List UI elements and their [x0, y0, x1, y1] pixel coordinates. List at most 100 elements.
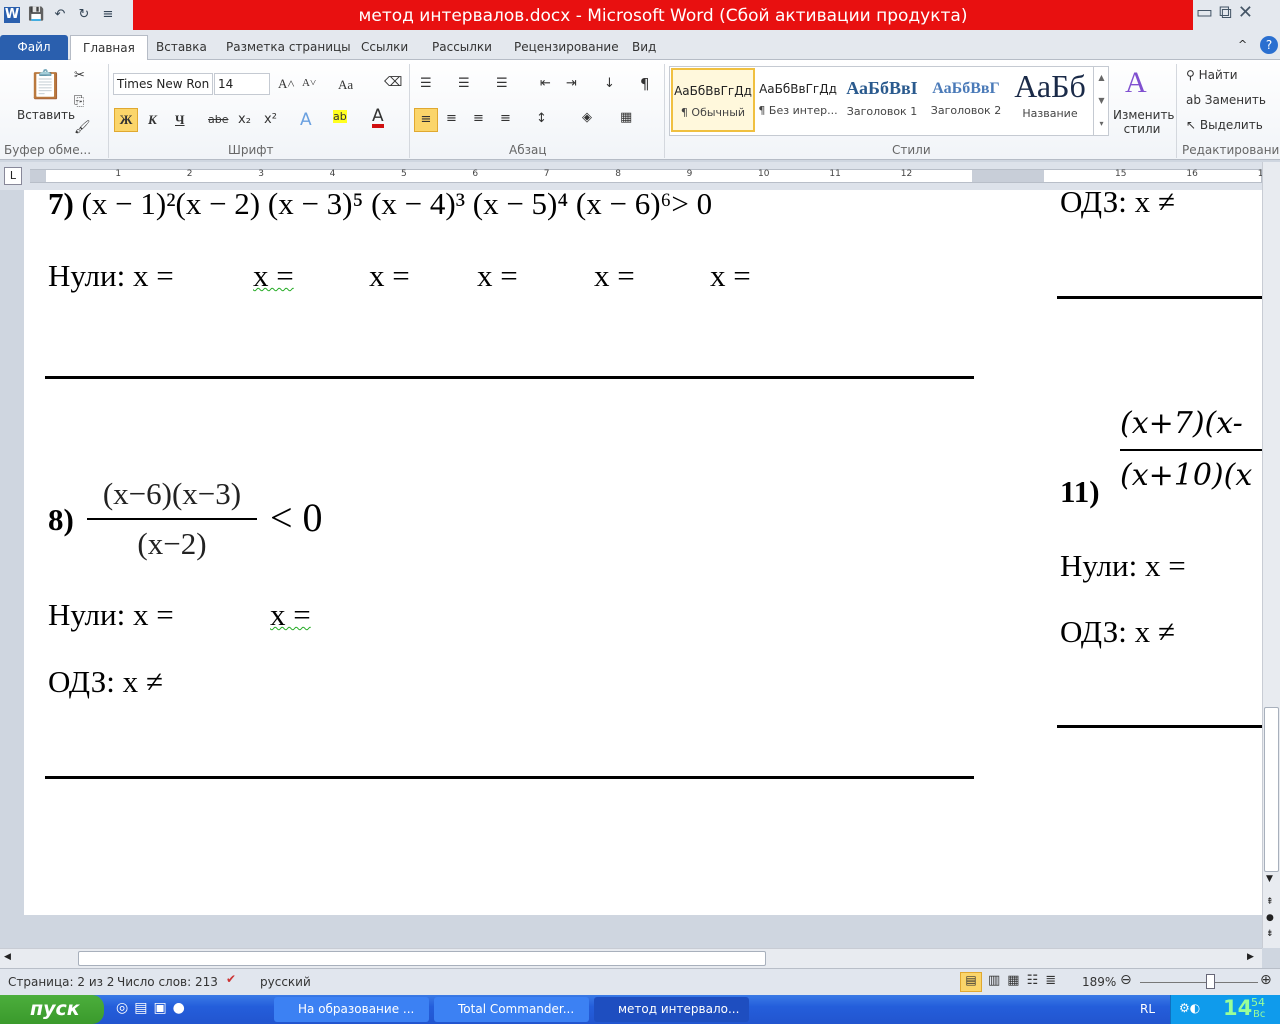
tab-mailings[interactable]: Рассылки — [420, 35, 504, 60]
paste-button[interactable]: Вставить — [17, 108, 75, 122]
font-size-combo[interactable]: 14 — [214, 73, 270, 95]
style-normal[interactable]: АаБбВвГгДд ¶ Обычный — [671, 68, 755, 132]
clock-hours[interactable]: 14 — [1223, 996, 1252, 1020]
language-indicator[interactable]: RL — [1140, 1002, 1155, 1016]
column-gap-marker[interactable] — [972, 170, 1044, 182]
scroll-right-icon[interactable]: ▶ — [1247, 952, 1254, 962]
style-heading-2[interactable]: АаБбВвГ Заголовок 2 — [924, 68, 1008, 132]
document-page[interactable]: 7) (x − 1)²(x − 2) (x − 3)⁵ (x − 4)³ (x … — [24, 190, 1262, 915]
tab-review[interactable]: Рецензирование — [502, 35, 631, 60]
subscript-button[interactable]: x₂ — [238, 112, 251, 127]
undo-icon[interactable]: ↶ — [52, 7, 68, 23]
justify-icon[interactable]: ≡ — [500, 111, 511, 126]
font-group-label: Шрифт — [228, 143, 274, 157]
save-icon[interactable]: 💾 — [28, 7, 44, 23]
style-no-spacing[interactable]: АаБбВвГгДд ¶ Без интер... — [756, 68, 840, 132]
customize-qat-icon[interactable]: ≡ — [100, 7, 116, 23]
view-buttons[interactable]: ▥▦☷≣ — [988, 973, 1063, 988]
tab-insert[interactable]: Вставка — [144, 35, 219, 60]
horizontal-scroll-thumb[interactable] — [78, 951, 766, 966]
show-formatting-button[interactable]: ¶ — [640, 75, 650, 93]
horizontal-scrollbar[interactable]: ◀ ▶ — [0, 948, 1262, 968]
font-name-combo[interactable]: Times New Ron — [113, 73, 213, 95]
word-icon[interactable]: W — [4, 7, 20, 23]
copy-icon[interactable]: ⎘ — [74, 94, 84, 109]
taskbar-total-commander[interactable]: Total Commander... — [434, 997, 589, 1022]
numbering-icon[interactable]: ☰ — [458, 76, 470, 91]
word-count[interactable]: Число слов: 213 — [117, 975, 218, 989]
tab-home[interactable]: Главная — [70, 35, 148, 60]
proofing-icon[interactable]: ✔ — [226, 972, 236, 986]
minimize-button[interactable]: ▭ — [1196, 2, 1213, 23]
zeros-8-label: Нули: x = — [48, 597, 174, 632]
vertical-scroll-thumb[interactable] — [1264, 707, 1279, 872]
restore-button[interactable]: ⧉ — [1219, 2, 1232, 23]
decrease-indent-icon[interactable]: ⇤ — [540, 76, 551, 91]
tab-view[interactable]: Вид — [620, 35, 668, 60]
bullets-icon[interactable]: ☰ — [420, 76, 432, 91]
italic-button[interactable]: К — [148, 112, 157, 128]
highlight-icon[interactable]: ab — [333, 110, 347, 123]
clipboard-group-label: Буфер обме... — [4, 143, 92, 157]
align-center-icon[interactable]: ≡ — [446, 111, 457, 126]
shading-icon[interactable]: ◈ — [582, 110, 592, 125]
font-color-icon[interactable]: A — [372, 108, 384, 128]
bold-button[interactable]: Ж — [114, 108, 138, 132]
format-painter-icon[interactable]: 🖌 — [74, 120, 91, 135]
quick-launch-icons[interactable]: ◎▤▣● — [116, 1000, 191, 1016]
cut-icon[interactable]: ✂ — [74, 68, 85, 83]
tray-icons[interactable]: ⚙◐ — [1179, 1001, 1200, 1015]
page-count[interactable]: Страница: 2 из 2 — [8, 975, 114, 989]
shrink-font-button[interactable]: A˅ — [302, 77, 316, 89]
tab-file[interactable]: Файл — [0, 35, 68, 60]
tab-page-layout[interactable]: Разметка страницы — [214, 35, 363, 60]
help-icon[interactable]: ? — [1260, 36, 1278, 54]
align-left-icon[interactable]: ≡ — [414, 108, 438, 132]
scroll-left-icon[interactable]: ◀ — [4, 952, 11, 962]
change-styles-button[interactable]: Изменить стили — [1113, 108, 1175, 136]
multilevel-list-icon[interactable]: ☰ — [496, 76, 508, 91]
redo-icon[interactable]: ↻ — [76, 7, 92, 23]
superscript-button[interactable]: x² — [264, 112, 277, 127]
change-case-button[interactable]: Aa — [338, 77, 353, 93]
zoom-slider[interactable] — [1140, 982, 1258, 983]
replace-button[interactable]: ab Заменить — [1186, 93, 1266, 107]
grow-font-button[interactable]: A˄ — [278, 76, 295, 92]
horizontal-ruler[interactable] — [30, 169, 1262, 183]
taskbar-word[interactable]: метод интервало... — [594, 997, 749, 1022]
borders-icon[interactable]: ▦ — [620, 110, 632, 125]
align-right-icon[interactable]: ≡ — [473, 111, 484, 126]
browse-buttons[interactable]: ⇞ ● ⇟ — [1266, 894, 1274, 942]
ribbon-tabs: Файл Главная Вставка Разметка страницы С… — [0, 32, 1280, 60]
zoom-slider-thumb[interactable] — [1206, 974, 1215, 989]
collapse-ribbon-icon[interactable]: ^ — [1238, 38, 1247, 51]
zoom-out-icon[interactable]: ⊖ — [1120, 972, 1132, 988]
text-effects-icon[interactable]: A — [300, 110, 312, 130]
zoom-level[interactable]: 189% — [1082, 975, 1116, 989]
answer-line — [45, 376, 974, 379]
sort-icon[interactable]: ↓ — [604, 76, 615, 91]
zeros-7-item: x = — [594, 258, 635, 293]
scroll-down-icon[interactable]: ▼ — [1266, 874, 1273, 884]
tab-references[interactable]: Ссылки — [349, 35, 420, 60]
underline-button[interactable]: Ч — [175, 112, 185, 128]
equation-11-numerator: (x+7)(x- — [1120, 406, 1243, 441]
clear-formatting-icon[interactable]: ⌫ — [384, 75, 402, 90]
paste-icon[interactable]: 📋 — [28, 68, 63, 101]
select-button[interactable]: ↖ Выделить — [1186, 118, 1263, 132]
vertical-scrollbar[interactable]: ▼ ⇞ ● ⇟ — [1262, 162, 1280, 948]
style-heading-1[interactable]: АаБбВвІ Заголовок 1 — [840, 68, 924, 132]
language[interactable]: русский — [260, 975, 311, 989]
tab-selector[interactable]: L — [4, 167, 22, 185]
line-spacing-icon[interactable]: ↕ — [536, 111, 547, 126]
print-layout-icon[interactable]: ▤ — [960, 972, 982, 992]
styles-scroll[interactable]: ▲ ▼ ▾ — [1093, 66, 1109, 136]
start-button[interactable]: пуск — [0, 995, 104, 1024]
close-button[interactable]: ✕ — [1238, 2, 1253, 23]
increase-indent-icon[interactable]: ⇥ — [566, 76, 577, 91]
zoom-in-icon[interactable]: ⊕ — [1260, 972, 1272, 988]
style-title[interactable]: АаБб Название — [1008, 68, 1092, 132]
find-button[interactable]: ⚲ Найти — [1186, 68, 1238, 82]
strikethrough-button[interactable]: abe — [208, 113, 229, 126]
taskbar-opera[interactable]: На образование ... — [274, 997, 429, 1022]
